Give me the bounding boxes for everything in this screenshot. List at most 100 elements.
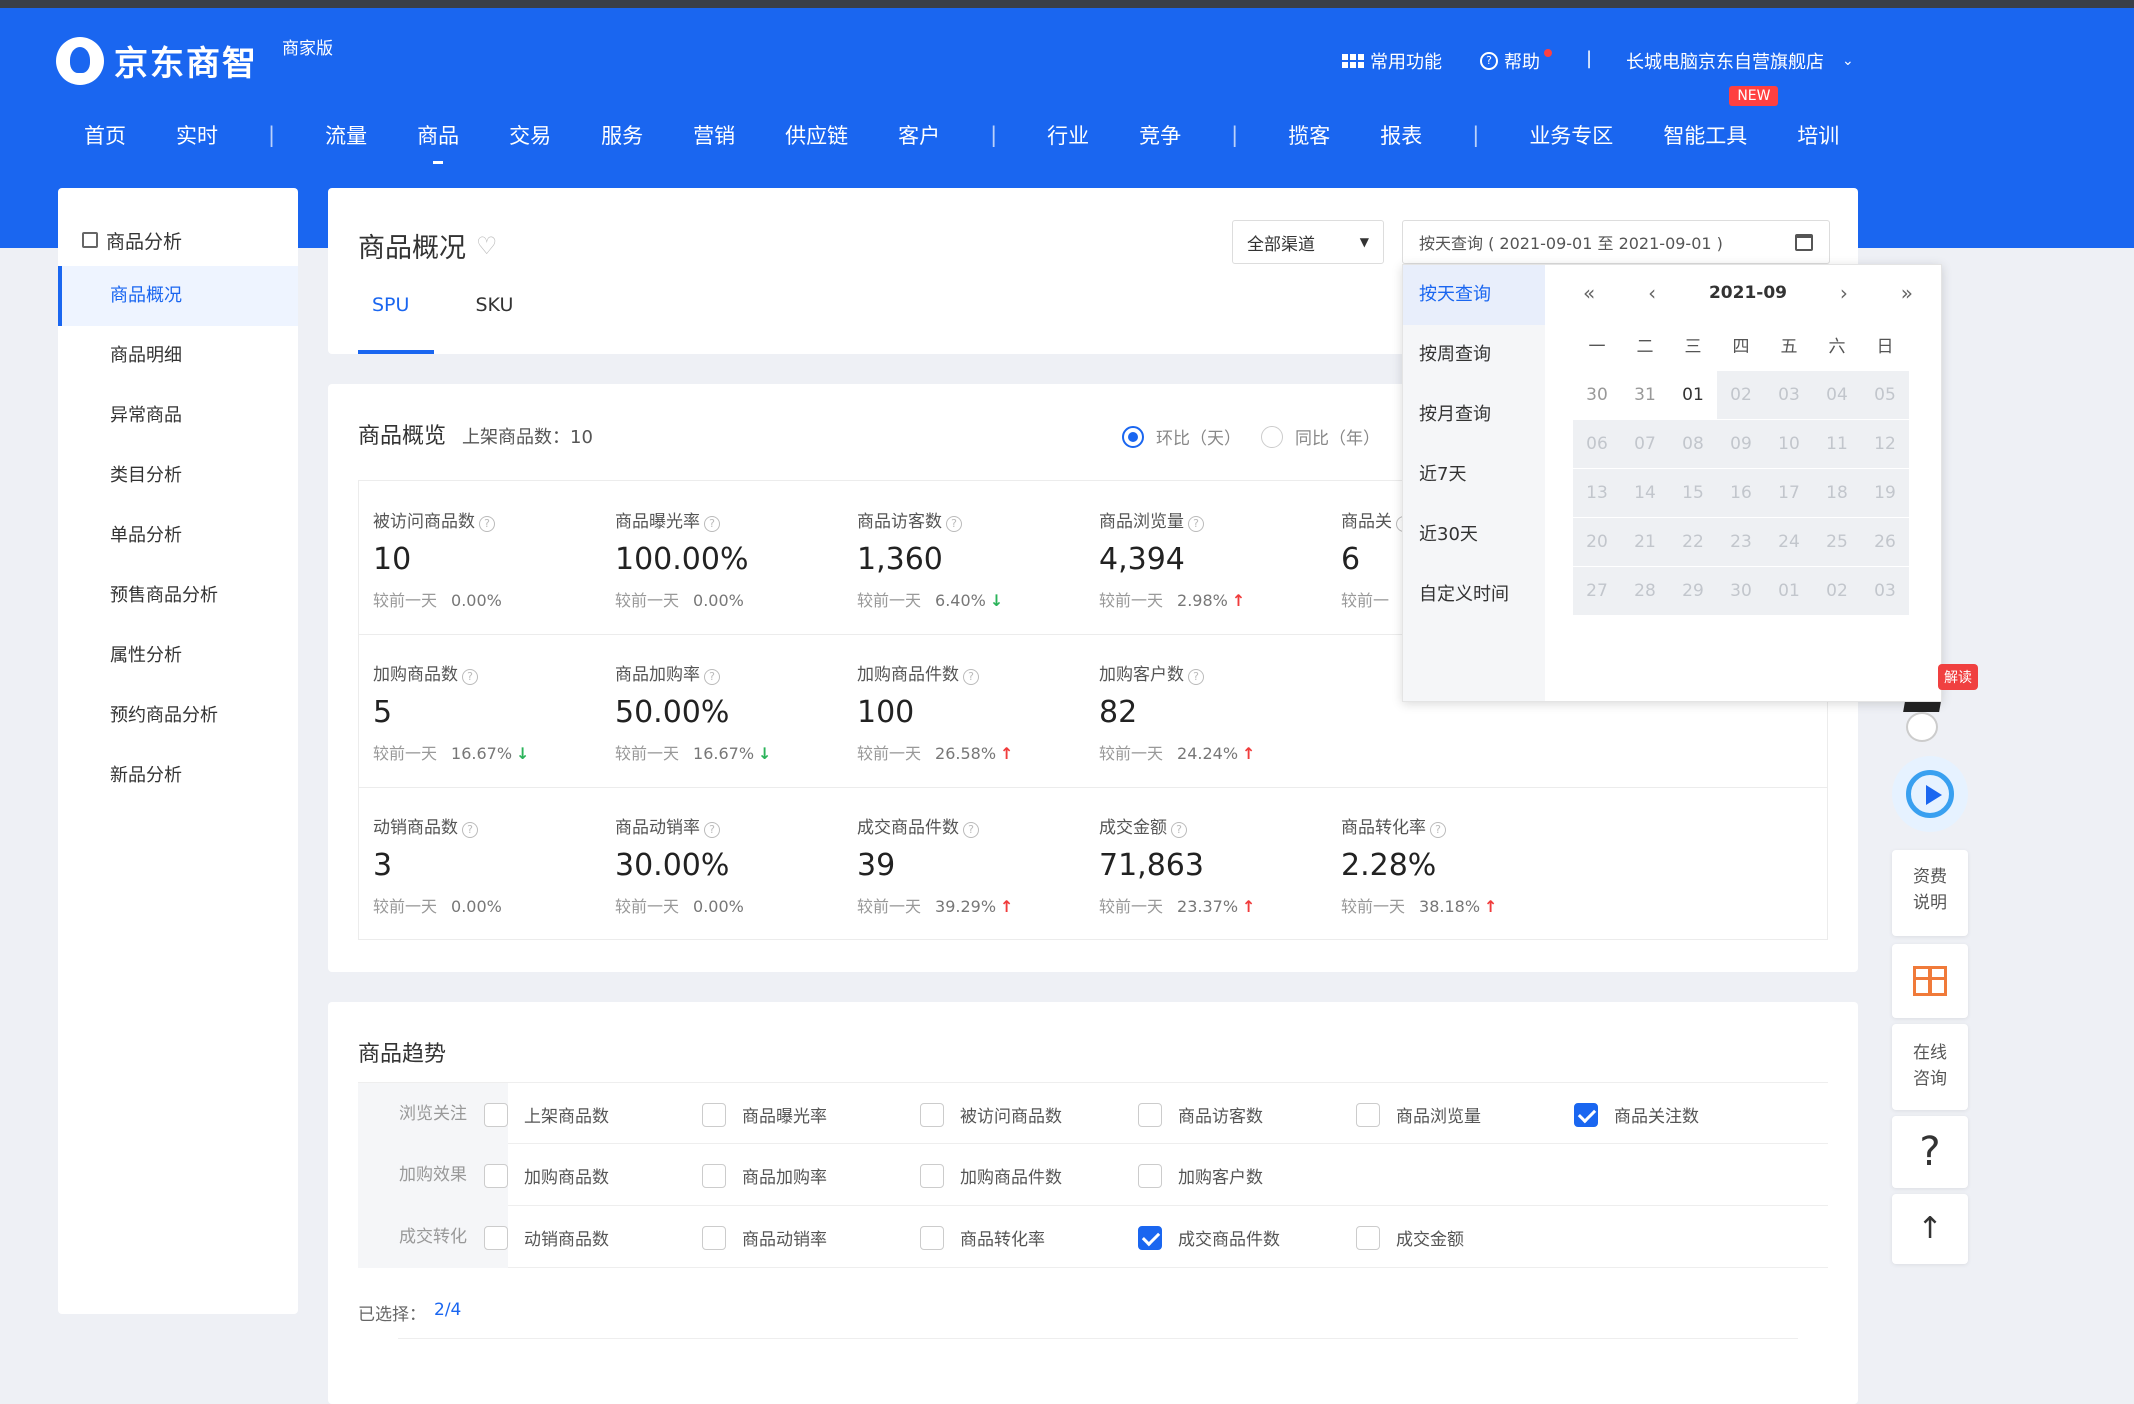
nav-item[interactable]: 营销: [693, 120, 735, 150]
nav-item[interactable]: 业务专区: [1529, 120, 1613, 150]
info-icon[interactable]: ?: [462, 822, 478, 838]
calendar-day[interactable]: 30: [1573, 371, 1621, 419]
info-icon[interactable]: ?: [479, 516, 495, 532]
date-mode-item[interactable]: 按月查询: [1403, 385, 1545, 445]
channel-select[interactable]: 全部渠道 ▼: [1232, 220, 1384, 264]
gift-button[interactable]: [1892, 944, 1968, 1018]
info-icon[interactable]: ?: [704, 516, 720, 532]
sidebar-item[interactable]: 预售商品分析: [58, 566, 298, 626]
calendar-day[interactable]: 01: [1669, 371, 1717, 419]
nav-item[interactable]: 实时: [176, 120, 218, 150]
trend-option[interactable]: 加购商品数: [484, 1163, 609, 1188]
video-play-icon[interactable]: [1892, 756, 1968, 832]
nav-item[interactable]: 商品: [417, 120, 459, 164]
nav-item[interactable]: 竞争: [1139, 120, 1181, 150]
next-year-icon[interactable]: »: [1901, 281, 1913, 305]
nav-item[interactable]: 供应链: [785, 120, 848, 150]
trend-option[interactable]: 商品访客数: [1138, 1102, 1263, 1127]
checkbox[interactable]: [920, 1102, 944, 1127]
tab[interactable]: SPU: [358, 294, 423, 316]
checkbox[interactable]: [1138, 1163, 1162, 1188]
trend-option[interactable]: 成交金额: [1356, 1225, 1464, 1250]
trend-option[interactable]: 被访问商品数: [920, 1102, 1062, 1127]
checkbox[interactable]: [702, 1102, 726, 1127]
trend-option[interactable]: 动销商品数: [484, 1225, 609, 1250]
info-icon[interactable]: ?: [946, 516, 962, 532]
trend-option[interactable]: 商品动销率: [702, 1225, 827, 1250]
checkbox[interactable]: [920, 1163, 944, 1188]
help-button[interactable]: ? 帮助: [1480, 48, 1552, 74]
nav-item[interactable]: 智能工具 NEW: [1663, 86, 1779, 150]
mascot-icon[interactable]: [1900, 702, 1944, 746]
trend-option[interactable]: 商品关注数: [1574, 1102, 1699, 1127]
back-to-top-button[interactable]: ↑: [1892, 1194, 1968, 1264]
trend-option[interactable]: 成交商品件数: [1138, 1225, 1280, 1250]
checkbox[interactable]: [1356, 1225, 1380, 1250]
trend-option[interactable]: 商品转化率: [920, 1225, 1045, 1250]
checkbox[interactable]: [484, 1163, 508, 1188]
trend-option[interactable]: 加购客户数: [1138, 1163, 1263, 1188]
next-month-icon[interactable]: ›: [1840, 281, 1848, 305]
tab[interactable]: SKU: [461, 294, 527, 316]
date-mode-item[interactable]: 按天查询: [1403, 265, 1545, 325]
sidebar-item[interactable]: 单品分析: [58, 506, 298, 566]
calendar-day[interactable]: 31: [1621, 371, 1669, 419]
checkbox[interactable]: [920, 1225, 944, 1250]
sidebar-item[interactable]: 商品明细: [58, 326, 298, 386]
info-icon[interactable]: ?: [1171, 822, 1187, 838]
checkbox[interactable]: [484, 1102, 508, 1127]
info-icon[interactable]: ?: [963, 669, 979, 685]
info-icon[interactable]: ?: [1188, 669, 1204, 685]
nav-item[interactable]: 行业: [1047, 120, 1089, 150]
checkbox[interactable]: [1574, 1102, 1598, 1127]
sidebar-item[interactable]: 新品分析: [58, 746, 298, 806]
sidebar-item[interactable]: 类目分析: [58, 446, 298, 506]
trend-option[interactable]: 加购商品件数: [920, 1163, 1062, 1188]
info-icon[interactable]: ?: [704, 669, 720, 685]
brand-logo[interactable]: 京东商智: [56, 36, 258, 85]
prev-month-icon[interactable]: ‹: [1648, 281, 1656, 305]
nav-item[interactable]: 培训: [1797, 120, 1839, 150]
help-question-button[interactable]: ?: [1892, 1116, 1968, 1188]
fee-description-button[interactable]: 资费说明: [1892, 850, 1968, 936]
date-mode-item[interactable]: 近7天: [1403, 445, 1545, 505]
checkbox[interactable]: [702, 1163, 726, 1188]
prev-year-icon[interactable]: «: [1583, 281, 1595, 305]
checkbox[interactable]: [1356, 1102, 1380, 1127]
sidebar-item[interactable]: 预约商品分析: [58, 686, 298, 746]
nav-item[interactable]: 交易: [509, 120, 551, 150]
date-range-picker[interactable]: 按天查询 ( 2021-09-01 至 2021-09-01 ): [1402, 220, 1830, 264]
date-mode-item[interactable]: 近30天: [1403, 505, 1545, 565]
nav-item[interactable]: 首页: [84, 120, 126, 150]
sidebar-item[interactable]: 异常商品: [58, 386, 298, 446]
checkbox[interactable]: [1138, 1225, 1162, 1250]
sidebar-item[interactable]: 属性分析: [58, 626, 298, 686]
nav-item[interactable]: 揽客: [1288, 120, 1330, 150]
checkbox[interactable]: [484, 1225, 508, 1250]
trend-option[interactable]: 商品加购率: [702, 1163, 827, 1188]
nav-item[interactable]: 服务: [601, 120, 643, 150]
sidebar-item[interactable]: 商品概况: [58, 266, 298, 326]
heart-icon[interactable]: ♡: [476, 232, 498, 260]
interpret-badge[interactable]: 解读: [1938, 664, 1978, 690]
nav-item[interactable]: 流量: [325, 120, 367, 150]
nav-item[interactable]: 客户: [898, 120, 940, 150]
date-mode-item[interactable]: 自定义时间: [1403, 565, 1545, 625]
compare-yoy-radio[interactable]: [1261, 425, 1283, 448]
trend-option[interactable]: 上架商品数: [484, 1102, 609, 1127]
date-mode-item[interactable]: 按周查询: [1403, 325, 1545, 385]
online-consult-button[interactable]: 在线咨询: [1892, 1024, 1968, 1110]
trend-option[interactable]: 商品曝光率: [702, 1102, 827, 1127]
checkbox[interactable]: [1138, 1102, 1162, 1127]
info-icon[interactable]: ?: [1430, 822, 1446, 838]
info-icon[interactable]: ?: [1188, 516, 1204, 532]
info-icon[interactable]: ?: [704, 822, 720, 838]
nav-item[interactable]: 报表: [1380, 120, 1422, 150]
trend-option[interactable]: 商品浏览量: [1356, 1102, 1481, 1127]
checkbox[interactable]: [702, 1225, 726, 1250]
compare-mom-radio[interactable]: [1122, 425, 1144, 448]
shop-selector[interactable]: 长城电脑京东自营旗舰店 ⌄: [1626, 48, 1854, 74]
common-functions-button[interactable]: 常用功能: [1342, 48, 1442, 74]
info-icon[interactable]: ?: [462, 669, 478, 685]
info-icon[interactable]: ?: [963, 822, 979, 838]
